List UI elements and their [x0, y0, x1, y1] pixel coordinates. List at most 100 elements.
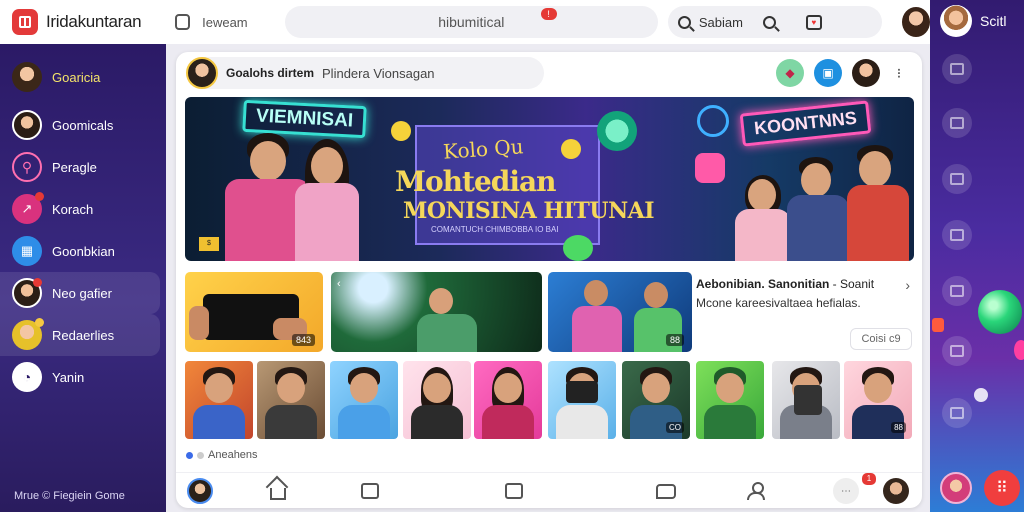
- coin-sticker: [391, 121, 411, 141]
- post-author-pill[interactable]: Goalohs dirtem Plindera Vionsagan: [186, 57, 544, 89]
- search-button-icon[interactable]: [762, 15, 776, 29]
- search-icon: [677, 15, 691, 29]
- bottom-nav: ⋯ 1: [176, 472, 922, 508]
- sidebar-item-korach[interactable]: ↗ Korach: [0, 188, 160, 230]
- sidebar-item-peragle[interactable]: ⚲ Peragle: [0, 146, 160, 188]
- share-icon[interactable]: ▣: [814, 59, 842, 87]
- search-pill-label: Sabiam: [698, 14, 743, 30]
- media-thumbnail-dance[interactable]: ‹: [331, 272, 542, 352]
- sidebar-item-yanin[interactable]: ◔ Yanin: [0, 356, 160, 398]
- list-icon[interactable]: [942, 54, 972, 84]
- pager-dot: [197, 451, 204, 459]
- post-actions: ◆ ▣ ⁝: [776, 59, 922, 87]
- post-subtitle: Plindera Vionsagan: [322, 65, 435, 81]
- home-icon[interactable]: [264, 477, 292, 505]
- rail-profile-avatar[interactable]: [940, 472, 972, 504]
- more-icon[interactable]: [942, 398, 972, 428]
- media-thumbnail-phone[interactable]: 843: [185, 272, 323, 352]
- avatar-icon: [12, 110, 42, 140]
- message-icon[interactable]: [652, 477, 680, 505]
- sidebar-item-label: Neo gafier: [52, 285, 112, 301]
- right-rail: Scitl ⠿: [930, 0, 1024, 512]
- more-options-icon[interactable]: ⁝: [890, 65, 908, 82]
- chevron-right-icon[interactable]: ›: [905, 277, 910, 293]
- link-icon: ⚲: [12, 152, 42, 182]
- heart-icon[interactable]: ♥: [805, 14, 822, 30]
- small-thumbnail[interactable]: 88: [844, 361, 912, 439]
- settings-icon[interactable]: [942, 336, 972, 366]
- post-header: Goalohs dirtem Plindera Vionsagan ◆ ▣ ⁝: [176, 52, 922, 94]
- thumbnail-badge: 88: [665, 334, 684, 346]
- news-action-button[interactable]: Coisi c9: [850, 328, 912, 350]
- brand[interactable]: Iridakuntaran: [0, 9, 155, 35]
- leaf-icon[interactable]: [942, 276, 972, 306]
- apps-button[interactable]: ⠿: [984, 470, 1020, 506]
- news-title-bold: Aebonibian. Sanonitian: [696, 277, 830, 291]
- sidebar-item-label: Peragle: [52, 159, 97, 175]
- thumbnail-badge: CO: [666, 422, 684, 433]
- sidebar-item-goomicals[interactable]: Goomicals: [0, 104, 160, 146]
- nav-profile[interactable]: [186, 477, 214, 505]
- news-subtitle: Mcone kareesivaltaea hefialas.: [696, 296, 861, 310]
- sidebar-item-goonbkian[interactable]: ▦ Goonbkian: [0, 230, 160, 272]
- notification-badge: !: [540, 8, 557, 20]
- search-pill[interactable]: Sabiam ♥: [667, 6, 883, 38]
- sidebar-item-redaerlies[interactable]: Redaerlies: [0, 314, 160, 356]
- calendar-icon[interactable]: [942, 164, 972, 194]
- small-thumbnail[interactable]: [772, 361, 840, 439]
- avatar-icon: [12, 278, 42, 308]
- news-title-rest: - Soanit: [829, 277, 875, 291]
- app-name: Iridakuntaran: [46, 12, 142, 31]
- small-thumbnail[interactable]: [696, 361, 764, 439]
- thumbnail-badge: 88: [891, 422, 906, 433]
- sidebar-item-label: Goomicals: [52, 117, 114, 133]
- small-thumbnail[interactable]: [330, 361, 398, 439]
- search-bar[interactable]: hibumitical !: [284, 6, 658, 38]
- small-thumbnail[interactable]: [474, 361, 542, 439]
- small-thumbnail[interactable]: [548, 361, 616, 439]
- nav-account[interactable]: [882, 477, 910, 505]
- user-avatar[interactable]: [902, 7, 930, 37]
- emoji-sticker: [697, 105, 729, 137]
- news-panel[interactable]: Aebonibian. Sanonitian - Soanit Mcone ka…: [696, 277, 916, 350]
- sidebar-item-label: Redaerlies: [52, 327, 115, 343]
- search-text: hibumitical: [438, 14, 505, 30]
- star-icon[interactable]: [500, 477, 528, 505]
- decor-bubble: [1014, 340, 1024, 360]
- news-title: Aebonibian. Sanonitian - Soanit: [696, 277, 916, 291]
- small-thumbnail[interactable]: CO: [622, 361, 690, 439]
- small-thumbnail[interactable]: [185, 361, 253, 439]
- sidebar-item-goaricia[interactable]: Goaricia: [0, 56, 160, 98]
- sidebar-item-neo-gafier[interactable]: Neo gafier: [0, 272, 160, 314]
- chat-icon[interactable]: [356, 477, 384, 505]
- top-bar: Iridakuntaran Ieweam hibumitical ! Sabia…: [0, 0, 930, 44]
- topbar-left-text[interactable]: Ieweam: [202, 15, 273, 30]
- decor-bubble: [974, 388, 988, 402]
- pager-label: Aneahens: [208, 449, 258, 461]
- image-icon[interactable]: [942, 220, 972, 250]
- small-thumbnail[interactable]: [403, 361, 471, 439]
- post-card: Goalohs dirtem Plindera Vionsagan ◆ ▣ ⁝ …: [176, 52, 922, 508]
- rail-header[interactable]: Scitl: [930, 0, 1024, 37]
- post-author: Goalohs dirtem: [226, 66, 315, 80]
- basket-icon[interactable]: [942, 108, 972, 138]
- contributor-avatar[interactable]: [852, 59, 880, 87]
- hero-line-4: COMANTUCH CHIMBOBBA IO BAI: [431, 225, 559, 234]
- checkbox-icon[interactable]: [174, 14, 191, 30]
- bookmark-icon[interactable]: ◆: [776, 59, 804, 87]
- person-icon[interactable]: [742, 477, 770, 505]
- rail-avatar: [940, 5, 972, 37]
- rail-user-label: Scitl: [980, 13, 1007, 29]
- decor-bubble: [978, 290, 1022, 334]
- emoji-sticker: [597, 111, 637, 151]
- decor-bubble: [932, 318, 944, 332]
- sidebar-item-label: Yanin: [52, 369, 85, 385]
- neon-sign-left: VIEMNISAI: [242, 99, 367, 139]
- media-thumbnail-friends[interactable]: 88: [548, 272, 692, 352]
- pager[interactable]: Aneahens: [186, 449, 258, 461]
- apps-grid-icon[interactable]: ⋯: [832, 477, 860, 505]
- small-thumbnail[interactable]: [257, 361, 325, 439]
- chart-icon: ↗: [12, 192, 44, 224]
- nav-notification-badge: 1: [862, 473, 876, 485]
- hero-banner[interactable]: VIEMNISAI KOONTNNS Kolo Qu Mohtedian MON…: [185, 97, 914, 261]
